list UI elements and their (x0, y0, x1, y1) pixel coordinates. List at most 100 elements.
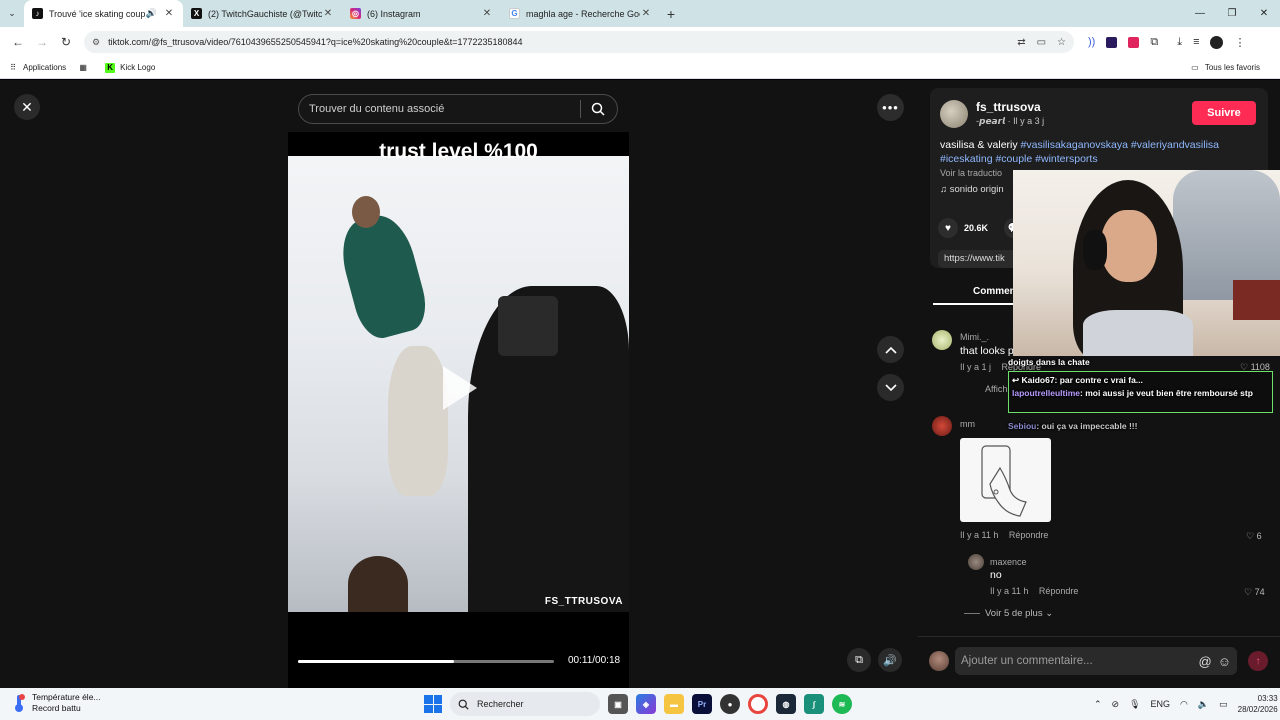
volume-icon[interactable]: 🔊 (878, 648, 902, 672)
video-player[interactable]: FS_TTRUSOVA trust level %100 00:11/00:18 (288, 132, 629, 688)
mention-icon[interactable]: @ (1199, 654, 1212, 669)
bookmark-star-icon[interactable]: ☆ (1057, 37, 1066, 48)
widgets-icon[interactable]: ◈ (636, 694, 656, 714)
maximize-icon[interactable]: ❐ (1216, 8, 1248, 19)
extension-icon[interactable] (1128, 36, 1140, 48)
tab-search-button[interactable]: ⌄ (0, 0, 24, 27)
play-icon[interactable] (443, 366, 477, 410)
bookmark-applications[interactable]: ⠿ Applications (8, 63, 66, 73)
see-more-replies[interactable]: Voir 5 de plus ⌄ (985, 608, 1053, 619)
language-indicator[interactable]: ENG (1151, 699, 1171, 709)
extension-icon[interactable] (1106, 36, 1118, 48)
windows-start-icon[interactable] (424, 695, 442, 713)
hashtag-link[interactable]: #iceskating (940, 153, 993, 165)
author-avatar[interactable] (940, 100, 968, 128)
close-tab-icon[interactable]: ✕ (322, 8, 334, 19)
follow-button[interactable]: Suivre (1192, 101, 1256, 125)
weather-widget[interactable]: Température éle... Record battu (12, 692, 101, 714)
forward-icon[interactable]: → (30, 35, 54, 49)
clock[interactable]: 03:33 28/02/2026 (1238, 693, 1278, 715)
close-tab-icon[interactable]: ✕ (163, 8, 175, 19)
microphone-icon[interactable]: 🎙 (1129, 699, 1140, 710)
comment-input[interactable] (961, 655, 1199, 667)
translate-icon[interactable]: ⇄ (1017, 37, 1025, 48)
tab-twitter[interactable]: X (2) TwitchGauchiste (@TwitchG ✕ (183, 0, 342, 27)
cast-icon[interactable]: ▭ (1037, 37, 1046, 48)
close-window-icon[interactable]: ✕ (1248, 8, 1280, 19)
video-frame-image[interactable]: FS_TTRUSOVA (288, 156, 629, 612)
steam-icon[interactable]: ◍ (776, 694, 796, 714)
more-options-button[interactable]: ••• (877, 94, 904, 121)
heart-icon[interactable]: ♥ (938, 218, 958, 238)
spotify-icon[interactable]: ≋ (832, 694, 852, 714)
tab-instagram[interactable]: ◎ (6) Instagram ✕ (342, 0, 501, 27)
task-view-icon[interactable]: ▣ (608, 694, 628, 714)
show-replies-link[interactable]: Affich (985, 384, 1007, 394)
close-video-button[interactable]: ✕ (14, 94, 40, 120)
bookmark-grid[interactable]: ▦ (78, 63, 93, 73)
taskbar-search[interactable]: Rechercher (450, 692, 600, 716)
previous-video-button[interactable] (877, 336, 904, 363)
wifi-icon[interactable]: ◠ (1180, 699, 1188, 710)
media-icon[interactable]: ≡ (1193, 36, 1199, 48)
send-icon[interactable]: ↑ (1248, 651, 1268, 671)
tab-tiktok[interactable]: ♪ Trouvé 'ice skating couple' 🔊 ✕ (24, 0, 183, 27)
hashtag-link[interactable]: #vasilisakaganovskaya (1021, 139, 1128, 151)
file-explorer-icon[interactable]: ▬ (664, 694, 684, 714)
hashtag-link[interactable]: #couple (995, 153, 1032, 165)
app-icon[interactable]: ∫ (804, 694, 824, 714)
site-info-icon[interactable]: ⚙ (92, 37, 100, 48)
tab-google[interactable]: G maghla age - Recherche Googl ✕ (501, 0, 660, 27)
bookmark-all-favorites[interactable]: ▭ Tous les favoris (1190, 63, 1260, 73)
comment-avatar[interactable] (932, 330, 952, 350)
reload-icon[interactable]: ↻ (54, 35, 78, 49)
close-tab-icon[interactable]: ✕ (481, 8, 493, 19)
sound-link[interactable]: ♫ sonido origin (940, 184, 1004, 195)
tab-comments[interactable]: Commen (973, 286, 1016, 297)
search-icon[interactable] (589, 100, 607, 118)
related-search-input[interactable] (309, 103, 572, 115)
extension-icon[interactable]: )) (1088, 36, 1095, 48)
related-search-box[interactable] (298, 94, 618, 124)
network-off-icon[interactable]: ⊘ (1112, 699, 1120, 710)
hashtag-link[interactable]: #valeriyandvasilisa (1131, 139, 1219, 151)
reply-link[interactable]: Répondre (1039, 586, 1079, 596)
minimize-icon[interactable]: — (1184, 8, 1216, 19)
comment-avatar[interactable] (932, 416, 952, 436)
comment-author[interactable]: mm (960, 419, 975, 429)
speaker-icon[interactable]: 🔊 (146, 8, 157, 19)
volume-icon[interactable]: 🔈 (1198, 699, 1209, 710)
hashtag-link[interactable]: #wintersports (1035, 153, 1097, 165)
browser-toolbar: ← → ↻ ⚙ tiktok.com/@fs_ttrusova/video/76… (0, 27, 1280, 57)
close-tab-icon[interactable]: ✕ (640, 8, 652, 19)
comment-input-wrapper[interactable]: @ ☺ (955, 647, 1237, 675)
comment-author[interactable]: Mimi._. (960, 332, 989, 342)
obs-icon[interactable]: ● (720, 694, 740, 714)
puzzle-icon[interactable]: ⧉ (1150, 36, 1158, 49)
comment-like[interactable]: ♡ 74 (1244, 587, 1265, 598)
download-icon[interactable]: ⤓ (1177, 36, 1182, 49)
translate-link[interactable]: Voir la traductio (940, 168, 1002, 178)
url-text[interactable]: tiktok.com/@fs_ttrusova/video/7610439655… (108, 37, 1017, 47)
progress-bar[interactable] (298, 660, 554, 663)
chrome-icon[interactable] (748, 694, 768, 714)
comment-like[interactable]: ♡ 6 (1246, 531, 1262, 542)
pip-icon[interactable]: ⧉ (847, 648, 871, 672)
profile-avatar[interactable] (1210, 35, 1224, 49)
premiere-icon[interactable]: Pr (692, 694, 712, 714)
new-tab-button[interactable]: + (660, 6, 682, 22)
address-bar[interactable]: ⚙ tiktok.com/@fs_ttrusova/video/76104396… (84, 31, 1074, 53)
emoji-icon[interactable]: ☺ (1218, 654, 1231, 669)
bookmark-kick[interactable]: K Kick Logo (105, 62, 155, 73)
next-video-button[interactable] (877, 374, 904, 401)
chevron-up-icon[interactable]: ⌃ (1094, 699, 1102, 710)
comment-avatar[interactable] (968, 554, 984, 570)
user-avatar[interactable] (929, 651, 949, 671)
battery-icon[interactable]: ▭ (1219, 699, 1228, 710)
comment-author[interactable]: maxence (990, 557, 1027, 567)
back-icon[interactable]: ← (6, 35, 30, 49)
kebab-menu-icon[interactable]: ⋮ (1234, 36, 1245, 49)
author-name[interactable]: fs_ttrusova (976, 100, 1041, 114)
reply-link[interactable]: Répondre (1009, 530, 1049, 540)
comment-text: that looks p (960, 345, 1014, 357)
